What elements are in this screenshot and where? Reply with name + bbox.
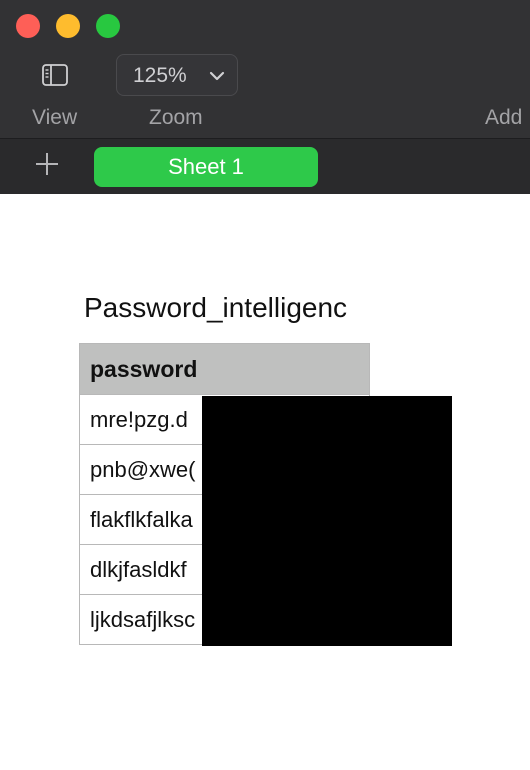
redaction-box [202,396,452,646]
sheet-tab-bar: Sheet 1 [0,138,530,194]
window-toolbar: View 125% Zoom Add [0,0,530,138]
add-label[interactable]: Add [485,106,522,130]
column-header-password[interactable]: password [79,343,370,395]
view-button[interactable]: View [30,60,82,132]
table-title[interactable]: Password_intelligenc [84,292,347,324]
maximize-window-button[interactable] [96,14,120,38]
sheet-canvas: Password_intelligenc password mre!pzg.d … [0,194,530,770]
close-window-button[interactable] [16,14,40,38]
zoom-value: 125% [133,64,187,87]
chevron-down-icon [209,71,225,81]
tab-sheet-1[interactable]: Sheet 1 [94,147,318,187]
view-label: View [32,106,78,129]
add-sheet-icon[interactable] [34,151,60,177]
zoom-dropdown[interactable]: 125% [116,54,238,96]
sidebar-icon [42,64,68,86]
header-row: password [79,343,370,395]
minimize-window-button[interactable] [56,14,80,38]
zoom-label: Zoom [149,106,203,129]
